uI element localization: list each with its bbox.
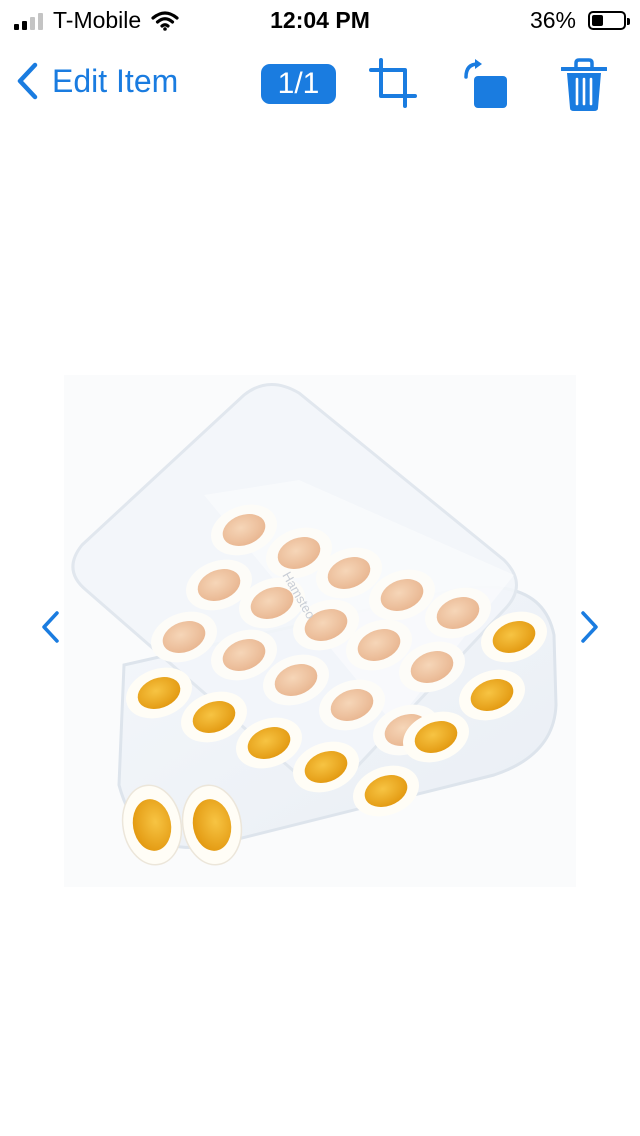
prev-image-arrow[interactable]: [40, 610, 60, 644]
crop-icon[interactable]: [369, 58, 417, 108]
egg-tray-illustration: Hamsteo: [71, 383, 558, 866]
next-image-arrow[interactable]: [580, 610, 600, 644]
back-label: Edit Item: [52, 62, 179, 99]
page-counter-badge: 1/1: [261, 64, 336, 104]
battery-nub: [627, 18, 630, 25]
battery-fill: [592, 15, 603, 26]
nav-bar: Edit Item 1/1: [0, 50, 640, 120]
rotate-icon[interactable]: [460, 58, 510, 110]
battery-percent: 36%: [529, 7, 576, 33]
back-button[interactable]: Edit Item: [16, 62, 178, 100]
product-photo: Hamsteo: [64, 375, 576, 887]
chevron-left-icon: [17, 62, 38, 100]
status-bar: T-Mobile 12:04 PM 36%: [0, 0, 640, 40]
battery-icon: [588, 11, 630, 30]
trash-icon[interactable]: [561, 58, 607, 112]
status-right: 36%: [529, 7, 630, 34]
